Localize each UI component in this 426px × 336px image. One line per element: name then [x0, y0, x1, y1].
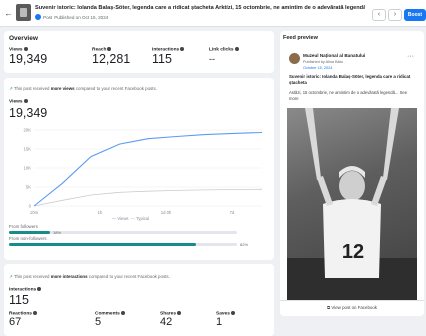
- metric-shares: Shares 42: [160, 311, 181, 328]
- from-followers-pct: 18%: [53, 230, 62, 235]
- chevron-left-icon[interactable]: ‹: [372, 9, 386, 21]
- boost-button[interactable]: Boost: [404, 9, 426, 21]
- metric-saves: Saves 1: [216, 311, 235, 328]
- legend-line-icon: —: [130, 216, 135, 221]
- overview-card: Overview Views 19,349 Reach 12,281 Inter…: [4, 31, 274, 73]
- interactions-value: 115: [9, 293, 29, 307]
- view-on-facebook-link[interactable]: ⧉ View post on Facebook: [280, 300, 424, 314]
- post-photo[interactable]: 12: [287, 108, 417, 300]
- interactions-comparison-note: ↗ This post received more interactions c…: [9, 274, 170, 279]
- interactions-label: Interactions: [9, 287, 42, 292]
- post-header-bar: ← Suvenir istoric: Iolanda Balaș-Söter, …: [0, 0, 426, 27]
- metric-link-clicks: Link clicks --: [209, 47, 239, 64]
- metric-value: 19,349: [9, 52, 48, 67]
- chart-legend: — Views — Typical: [112, 216, 149, 221]
- metric-comments: Comments 5: [95, 311, 125, 328]
- external-link-icon: ⧉: [327, 305, 331, 310]
- metric-label: Link clicks: [209, 47, 234, 53]
- metric-views: Views 19,349: [9, 47, 47, 66]
- post-thumbnail: [16, 4, 31, 21]
- from-non-followers-bar-fill: [9, 243, 196, 246]
- post-type: Post: [43, 14, 53, 20]
- info-icon[interactable]: [230, 311, 235, 315]
- published-by: Published by Alina Bâtu: [303, 60, 343, 64]
- post-text: Astăzi, 15 octombrie, ne amintim de o ad…: [289, 90, 408, 101]
- post-heading: Suvenir istoric: Iolanda Balaș-Söter, le…: [289, 74, 411, 85]
- y-tick-label: 0: [29, 204, 32, 209]
- views-card: ↗ This post received more views compared…: [4, 78, 274, 260]
- post-title: Suvenir istoric: Iolanda Balaș-Söter, le…: [35, 5, 365, 11]
- metric-reach: Reach 12,281: [92, 47, 130, 66]
- info-icon[interactable]: [177, 311, 181, 315]
- x-tick-label: 1d 0h: [161, 210, 172, 215]
- metric-interactions: Interactions 115: [152, 47, 185, 67]
- post-date: October 15, 2024: [303, 66, 333, 70]
- info-icon[interactable]: [32, 311, 37, 315]
- legend-line-icon: —: [112, 216, 117, 221]
- metric-value: --: [209, 54, 215, 65]
- overview-title: Overview: [9, 35, 38, 42]
- from-non-followers-pct: 82%: [240, 242, 249, 247]
- x-tick-label: 1h: [98, 210, 103, 215]
- y-tick-label: 20K: [24, 128, 32, 133]
- info-icon[interactable]: [180, 47, 185, 51]
- y-tick-label: 5K: [26, 185, 31, 190]
- info-icon[interactable]: [234, 47, 239, 51]
- series-line-typical: [33, 188, 263, 207]
- info-icon[interactable]: [120, 311, 125, 315]
- legend-typical: Typical: [136, 216, 150, 221]
- x-tick-label: 7d: [230, 210, 235, 215]
- more-options-icon[interactable]: ···: [407, 53, 414, 60]
- y-tick-label: 10K: [24, 166, 32, 171]
- interactions-card: ↗ This post received more interactions c…: [4, 264, 274, 336]
- athlete-photo-illustration: 12: [287, 108, 417, 300]
- page-name[interactable]: Muzeul Național al Banatului: [303, 53, 365, 58]
- back-arrow-icon[interactable]: ←: [4, 8, 14, 18]
- views-comparison-note: ↗ This post received more views compared…: [9, 86, 157, 91]
- from-non-followers-label: From non-followers: [9, 236, 47, 241]
- from-followers-label: From followers: [9, 224, 38, 229]
- views-line-chart: 0 5K 10K 15K 20K 10m 1h 1d 0h 7d: [24, 128, 263, 215]
- metric-value: 115: [152, 52, 172, 67]
- metric-value: 12,281: [92, 52, 131, 67]
- views-value: 19,349: [9, 106, 48, 120]
- y-tick-label: 15K: [24, 147, 32, 152]
- metric-reactions: Reactions 67: [9, 311, 37, 328]
- legend-views: Views: [117, 216, 129, 221]
- post-meta: Post Published on Oct 15, 2024: [35, 14, 108, 20]
- chevron-right-icon[interactable]: ›: [388, 9, 402, 21]
- published-date: Published on Oct 15, 2024: [54, 14, 109, 20]
- facebook-icon: [35, 14, 41, 20]
- from-followers-bar-fill: [9, 231, 51, 234]
- info-icon[interactable]: [23, 99, 28, 103]
- svg-text:12: 12: [342, 241, 364, 263]
- trend-up-icon: ↗: [9, 274, 13, 279]
- info-icon[interactable]: [107, 47, 112, 51]
- trend-up-icon: ↗: [9, 86, 13, 91]
- feed-preview-title: Feed preview: [283, 35, 318, 41]
- info-icon[interactable]: [23, 47, 28, 51]
- views-label: Views: [9, 99, 28, 104]
- info-icon[interactable]: [37, 287, 42, 291]
- series-line-views: [33, 131, 263, 207]
- x-tick-label: 10m: [30, 210, 39, 215]
- page-avatar[interactable]: [289, 53, 300, 64]
